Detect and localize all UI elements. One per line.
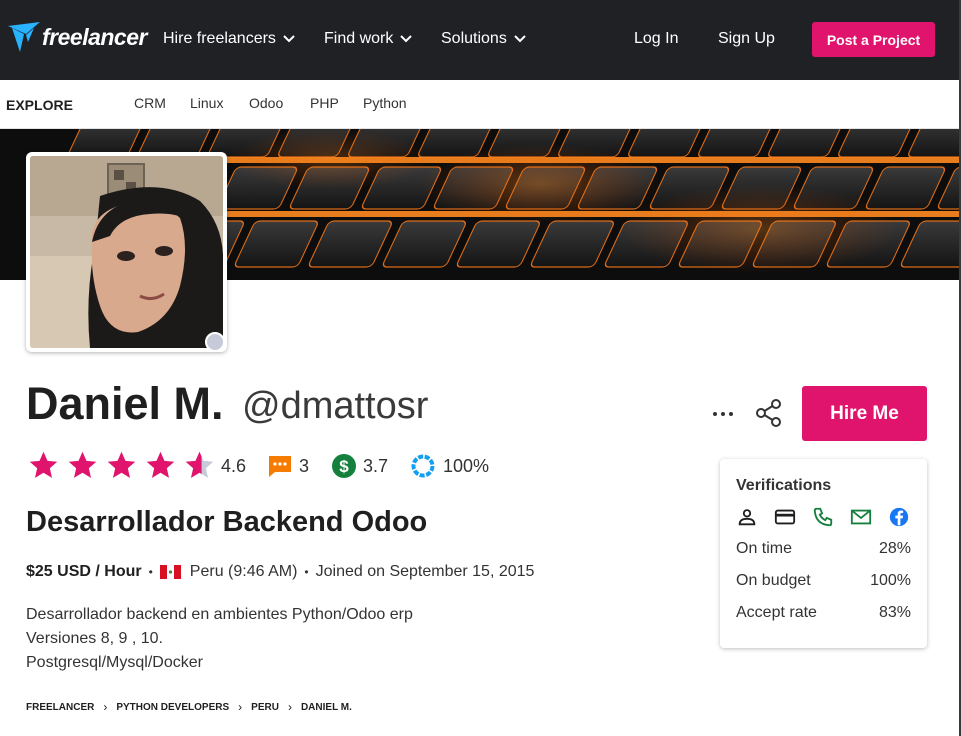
more-horizontal-icon bbox=[713, 412, 733, 416]
peru-flag-icon bbox=[159, 565, 181, 579]
description-line: Desarrollador backend en ambientes Pytho… bbox=[26, 606, 413, 623]
description-line: Versiones 8, 9 , 10. bbox=[26, 630, 163, 647]
breadcrumb-current: DANIEL M. bbox=[300, 701, 352, 713]
chevron-right-icon: › bbox=[287, 700, 292, 714]
nav-hire-freelancers[interactable]: Hire freelancers bbox=[163, 30, 296, 48]
verifications-card: Verifications On time 28% On budget 100%… bbox=[720, 459, 927, 648]
explore-link-linux[interactable]: Linux bbox=[190, 95, 223, 111]
chevron-down-icon bbox=[283, 35, 295, 43]
stat-label: On time bbox=[736, 540, 793, 557]
profile-username: @dmattosr bbox=[242, 385, 429, 427]
hourly-rate: $25 USD / Hour bbox=[26, 563, 142, 580]
svg-text:$: $ bbox=[339, 457, 349, 476]
stat-value: 83% bbox=[878, 604, 911, 621]
hire-me-button[interactable]: Hire Me bbox=[802, 386, 927, 441]
explore-link-python[interactable]: Python bbox=[363, 95, 407, 111]
share-button[interactable] bbox=[754, 398, 784, 428]
facebook-icon bbox=[889, 507, 909, 527]
rating-stars bbox=[26, 449, 217, 482]
on-time-row: On time 28% bbox=[736, 540, 911, 558]
post-project-button[interactable]: Post a Project bbox=[812, 22, 935, 57]
accept-rate-row: Accept rate 83% bbox=[736, 604, 911, 622]
profile-headline: Desarrollador Backend Odoo bbox=[26, 506, 428, 538]
breadcrumb-python-developers[interactable]: PYTHON DEVELOPERS bbox=[116, 702, 229, 713]
profile-avatar bbox=[26, 152, 227, 352]
profile-meta: $25 USD / Hour • Peru (9:46 AM) • Joined… bbox=[26, 563, 534, 581]
nav-label: Solutions bbox=[441, 30, 507, 47]
nav-solutions[interactable]: Solutions bbox=[441, 30, 527, 48]
earnings-icon: $ bbox=[332, 454, 356, 478]
nav-label: Find work bbox=[324, 30, 394, 47]
verification-icons bbox=[736, 506, 910, 528]
online-status-indicator bbox=[205, 332, 225, 352]
email-icon bbox=[850, 509, 872, 525]
explore-link-php[interactable]: PHP bbox=[310, 95, 339, 111]
reviews-icon bbox=[269, 456, 291, 477]
share-icon bbox=[756, 399, 781, 427]
profile-description: Desarrollador backend en ambientes Pytho… bbox=[26, 603, 413, 675]
breadcrumb: FREELANCER › PYTHON DEVELOPERS › PERU › … bbox=[26, 700, 352, 714]
description-line: Postgresql/Mysql/Docker bbox=[26, 654, 203, 671]
rating-value: 4.6 bbox=[221, 456, 247, 476]
on-budget-row: On budget 100% bbox=[736, 572, 911, 590]
logo-text: freelancer bbox=[42, 23, 147, 50]
credit-card-icon bbox=[774, 509, 796, 525]
earnings-score: 3.7 bbox=[363, 456, 389, 476]
nav-label: Hire freelancers bbox=[163, 30, 276, 47]
phone-icon bbox=[813, 507, 833, 527]
star-half-icon bbox=[185, 451, 214, 478]
profile-name: Daniel M. bbox=[26, 378, 224, 429]
freelancer-bird-icon bbox=[8, 22, 40, 52]
chevron-right-icon: › bbox=[103, 700, 108, 714]
location-time: Peru (9:46 AM) bbox=[189, 563, 298, 580]
separator-dot: • bbox=[148, 565, 153, 579]
explore-link-odoo[interactable]: Odoo bbox=[249, 95, 283, 111]
top-navigation: freelancer Hire freelancers Find work So… bbox=[0, 0, 961, 80]
stat-value: 28% bbox=[878, 540, 911, 557]
stat-value: 100% bbox=[870, 572, 911, 589]
freelancer-logo[interactable]: freelancer bbox=[6, 22, 147, 52]
more-options-button[interactable] bbox=[709, 398, 737, 428]
completion-rate: 100% bbox=[443, 456, 490, 476]
completion-rate-icon bbox=[411, 454, 435, 478]
star-icon bbox=[107, 451, 136, 478]
joined-date: Joined on September 15, 2015 bbox=[315, 563, 535, 580]
breadcrumb-peru[interactable]: PERU bbox=[251, 702, 279, 713]
reviews-count: 3 bbox=[299, 456, 310, 476]
verifications-title: Verifications bbox=[736, 477, 832, 494]
stat-label: Accept rate bbox=[736, 604, 817, 621]
explore-link-crm[interactable]: CRM bbox=[134, 95, 166, 111]
explore-bar: EXPLORE CRM Linux Odoo PHP Python bbox=[0, 80, 959, 129]
nav-find-work[interactable]: Find work bbox=[324, 30, 413, 48]
star-icon bbox=[29, 451, 58, 478]
stat-label: On budget bbox=[736, 572, 811, 589]
breadcrumb-freelancer[interactable]: FREELANCER bbox=[26, 702, 94, 713]
explore-label: EXPLORE bbox=[6, 97, 73, 113]
login-link[interactable]: Log In bbox=[634, 30, 678, 48]
avatar-photo bbox=[30, 156, 223, 348]
user-icon bbox=[738, 509, 756, 526]
chevron-right-icon: › bbox=[238, 700, 243, 714]
separator-dot: • bbox=[304, 565, 309, 579]
signup-link[interactable]: Sign Up bbox=[718, 30, 775, 48]
chevron-down-icon bbox=[400, 35, 413, 43]
star-icon bbox=[68, 451, 97, 478]
chevron-down-icon bbox=[514, 35, 526, 43]
star-icon bbox=[146, 451, 175, 478]
